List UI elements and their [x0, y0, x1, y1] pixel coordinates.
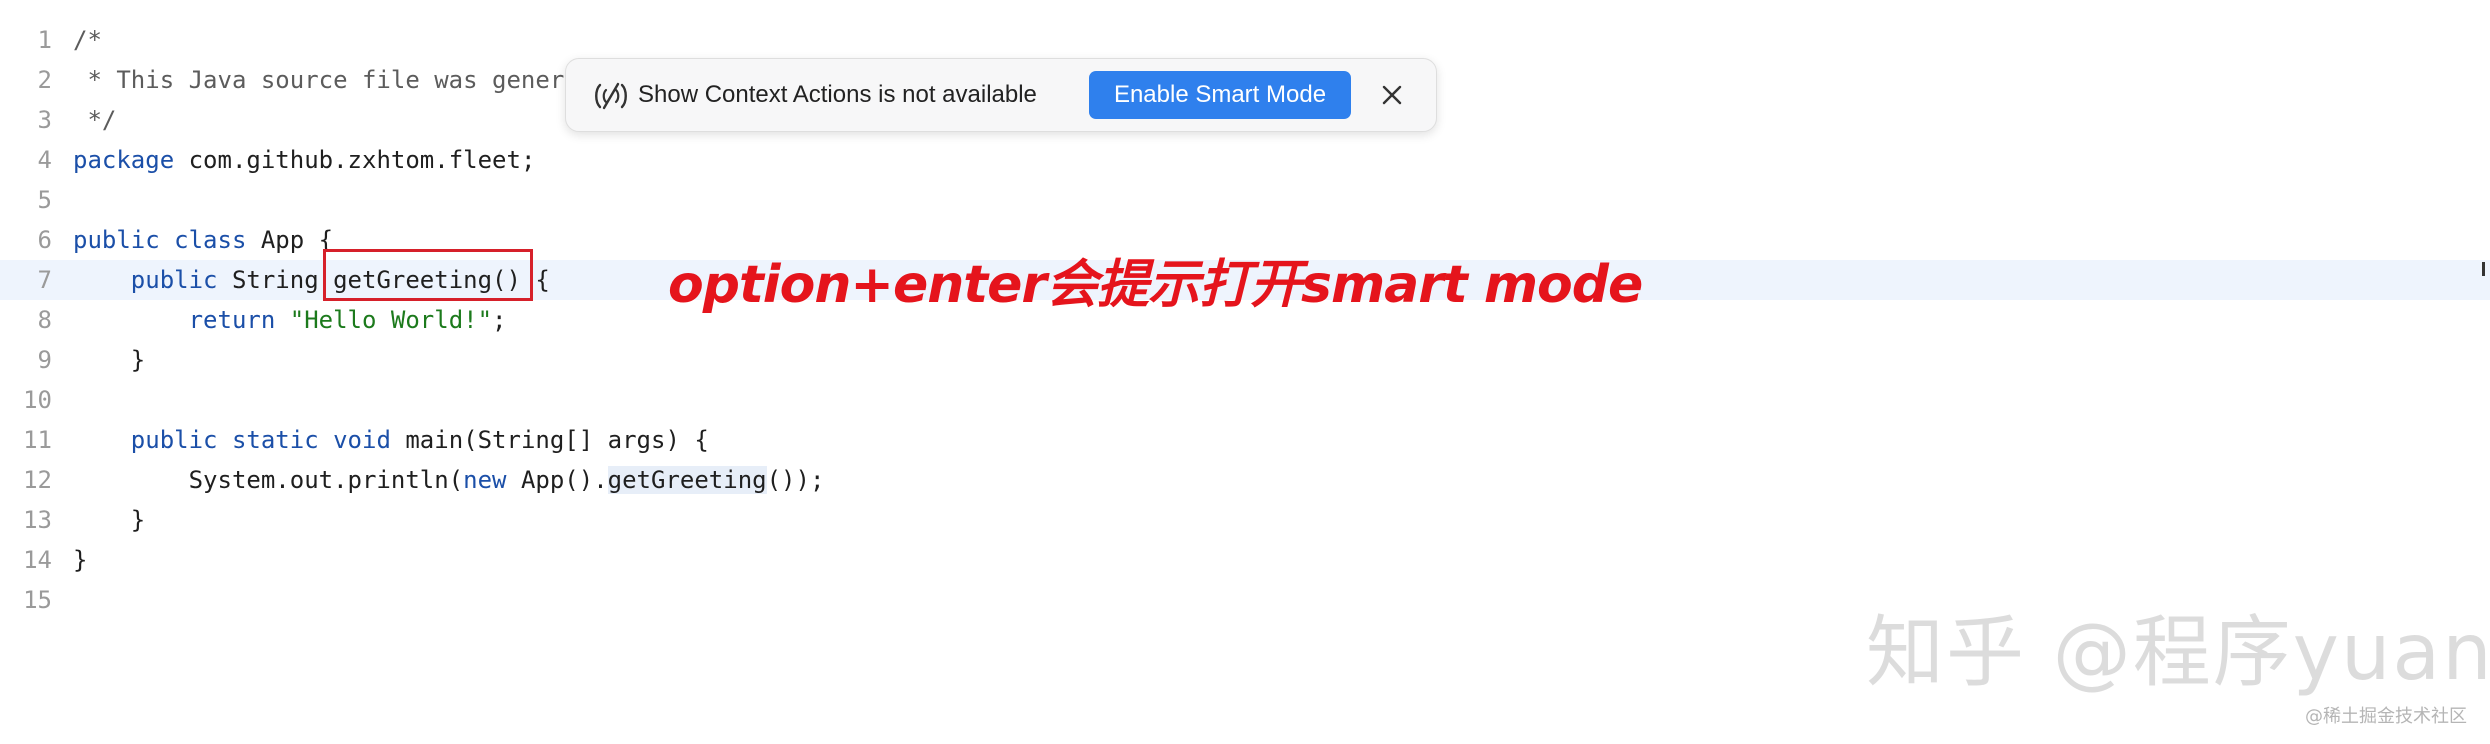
code-token: } — [73, 506, 146, 534]
line-code[interactable]: */ — [73, 100, 116, 140]
code-line[interactable]: 12 System.out.println(new App().getGreet… — [0, 460, 2490, 500]
code-token: } — [73, 546, 88, 574]
line-number: 3 — [37, 106, 52, 134]
line-code[interactable]: } — [73, 500, 145, 540]
no-smart-mode-icon — [594, 81, 628, 111]
code-line[interactable]: 10 — [0, 380, 2490, 420]
enable-smart-mode-button[interactable]: Enable Smart Mode — [1089, 71, 1351, 119]
line-number: 1 — [37, 26, 52, 54]
code-token: String — [217, 266, 334, 294]
line-code[interactable]: /* — [73, 20, 102, 60]
line-code[interactable]: } — [73, 540, 87, 580]
line-number: 2 — [37, 66, 52, 94]
code-keyword: void — [333, 426, 391, 454]
line-code[interactable]: * This Java source file was genera — [73, 60, 579, 100]
code-keyword: public — [130, 426, 218, 454]
annotation-text: option+enter会提示打开smart mode — [668, 255, 1643, 315]
code-token: App { — [246, 226, 334, 254]
close-icon[interactable] — [1374, 77, 1410, 113]
code-keyword: return — [188, 306, 276, 334]
method-highlight-box — [323, 249, 533, 301]
line-number: 5 — [37, 186, 52, 214]
line-code[interactable]: public static void main(String[] args) { — [73, 420, 709, 460]
code-line[interactable]: 11 public static void main(String[] args… — [0, 420, 2490, 460]
code-line[interactable]: 5 — [0, 180, 2490, 220]
code-token: ()); — [766, 466, 825, 494]
line-code[interactable]: public class App { — [73, 220, 333, 260]
context-actions-notification: Show Context Actions is not available En… — [565, 58, 1437, 132]
line-number: 11 — [23, 426, 52, 454]
method-reference: getGreeting — [607, 466, 767, 494]
line-number: 12 — [23, 466, 52, 494]
code-string: "Hello World!" — [289, 306, 493, 334]
code-token: ; — [492, 306, 507, 334]
line-code[interactable]: package com.github.zxhtom.fleet; — [73, 140, 535, 180]
line-number: 10 — [23, 386, 52, 414]
code-line[interactable]: 13 } — [0, 500, 2490, 540]
code-line[interactable]: 1 /* — [0, 20, 2490, 60]
code-keyword: static — [231, 426, 319, 454]
code-line[interactable]: 14} — [0, 540, 2490, 580]
code-keyword: new — [463, 466, 507, 494]
code-keyword: public — [73, 226, 160, 254]
line-code[interactable]: System.out.println(new App().getGreeting… — [73, 460, 824, 500]
code-token: } — [73, 346, 146, 374]
line-number: 8 — [37, 306, 52, 334]
line-number: 6 — [37, 226, 52, 254]
code-comment: */ — [73, 106, 117, 134]
notification-message: Show Context Actions is not available — [638, 81, 1037, 108]
code-token: System.out.println( — [73, 466, 464, 494]
line-number: 13 — [23, 506, 52, 534]
scroll-marker — [2482, 262, 2485, 276]
line-code[interactable]: return "Hello World!"; — [73, 300, 507, 340]
line-number: 9 — [37, 346, 52, 374]
watermark-main: 知乎 @程序yuan — [1866, 608, 2490, 698]
line-code[interactable]: } — [73, 340, 145, 380]
code-keyword: class — [174, 226, 247, 254]
code-line[interactable]: 9 } — [0, 340, 2490, 380]
code-token: com.github.zxhtom.fleet; — [174, 146, 536, 174]
code-comment: /* — [73, 26, 102, 54]
code-keyword: package — [73, 146, 175, 174]
code-token: main(String[] args) { — [390, 426, 709, 454]
line-number: 4 — [37, 146, 52, 174]
code-line[interactable]: 4 package com.github.zxhtom.fleet; — [0, 140, 2490, 180]
code-comment: * This Java source file was genera — [73, 66, 579, 94]
watermark-small: @稀土掘金技术社区 — [2305, 706, 2467, 727]
line-number: 7 — [37, 266, 52, 294]
line-number: 15 — [23, 586, 52, 614]
code-token: App(). — [506, 466, 608, 494]
code-keyword: public — [130, 266, 218, 294]
line-number: 14 — [23, 546, 52, 574]
